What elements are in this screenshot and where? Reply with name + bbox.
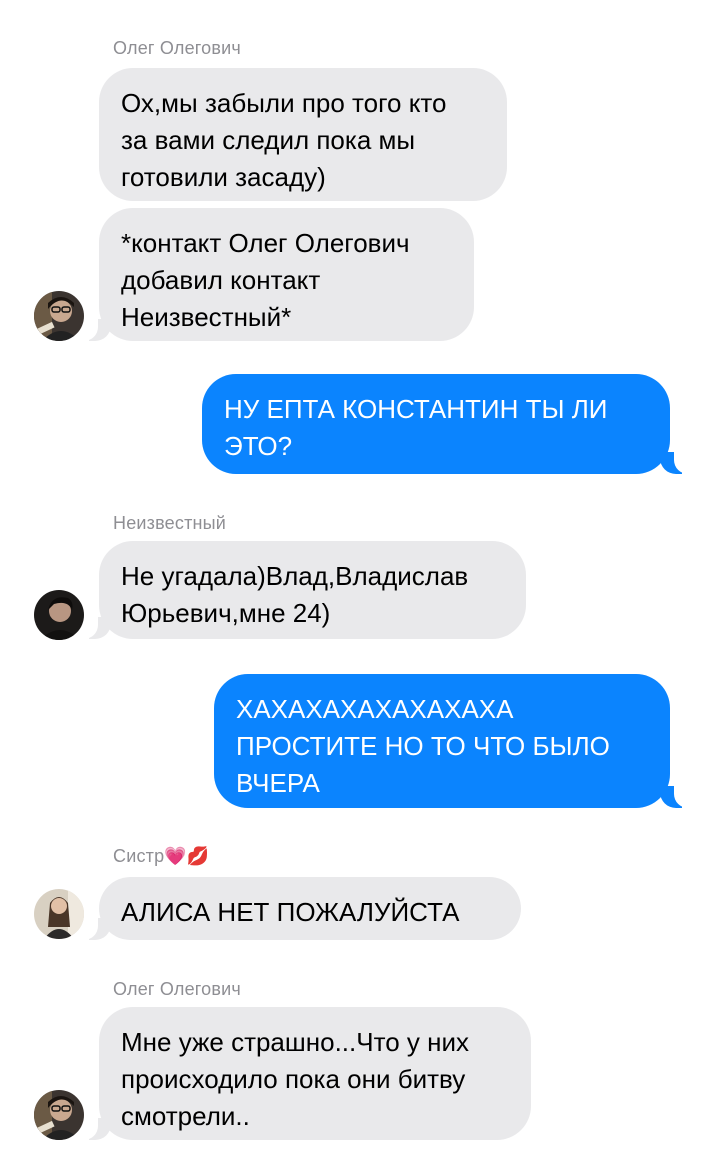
incoming-message-bubble[interactable]: Не угадала)Влад,Владислав Юрьевич,мне 24…	[99, 541, 526, 639]
incoming-message-bubble[interactable]: АЛИСА НЕТ ПОЖАЛУЙСТА	[99, 877, 521, 940]
sender-name-text: Систр	[113, 846, 165, 866]
avatar-unknown-icon[interactable]	[34, 590, 84, 640]
avatar-oleg-icon[interactable]	[34, 1090, 84, 1140]
heart-kiss-emoji-icon: 💗💋	[164, 846, 210, 866]
incoming-message-bubble[interactable]: Мне уже страшно...Что у них происходило …	[99, 1007, 531, 1140]
outgoing-message-bubble[interactable]: ХАХАХАХАХАХАХАХА ПРОСТИТЕ НО ТО ЧТО БЫЛО…	[214, 674, 670, 808]
incoming-message-bubble[interactable]: Ох,мы забыли про того кто за вами следил…	[99, 68, 507, 201]
sender-name: Неизвестный	[113, 513, 227, 533]
avatar-sistr-icon[interactable]	[34, 889, 84, 939]
outgoing-message-bubble[interactable]: НУ ЕПТА КОНСТАНТИН ТЫ ЛИ ЭТО?	[202, 374, 670, 474]
sender-name: Систр💗💋	[113, 846, 210, 867]
sender-name: Олег Олегович	[113, 38, 241, 58]
avatar-oleg-icon[interactable]	[34, 291, 84, 341]
sender-name: Олег Олегович	[113, 979, 241, 999]
incoming-message-bubble[interactable]: *контакт Олег Олегович добавил контакт Н…	[99, 208, 474, 341]
